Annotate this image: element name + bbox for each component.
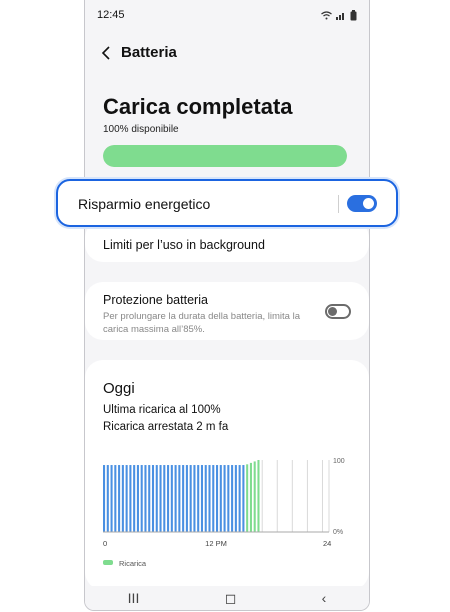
chart-bar bbox=[140, 465, 143, 532]
chart-bar bbox=[174, 465, 177, 532]
chart-bar bbox=[204, 465, 207, 532]
chart-bar bbox=[197, 465, 200, 532]
chart-bar bbox=[110, 465, 113, 532]
battery-level-fill bbox=[103, 145, 347, 167]
chart-bar bbox=[163, 465, 166, 532]
battery-usage-chart: 100 0% 0 12 PM 24 Ricarica bbox=[103, 458, 345, 568]
phone-screen: 12:45 Batteria Carica completata 100% di bbox=[84, 0, 370, 611]
chart-bar bbox=[151, 465, 155, 532]
chart-bar bbox=[185, 465, 188, 532]
chart-bar bbox=[106, 465, 109, 532]
chart-bar bbox=[155, 465, 158, 532]
today-title: Oggi bbox=[103, 380, 135, 397]
today-usage-card[interactable]: Oggi Ultima ricarica al 100% Ricarica ar… bbox=[85, 360, 369, 590]
chart-y-tick-label: 100 bbox=[333, 458, 345, 465]
chart-bar bbox=[212, 465, 215, 532]
chart-bar bbox=[253, 461, 256, 532]
charge-stopped-text: Ricarica arrestata 2 m fa bbox=[103, 421, 229, 433]
chart-bar bbox=[136, 465, 139, 532]
battery-icon bbox=[350, 9, 357, 20]
toggle-knob bbox=[328, 307, 337, 316]
chart-bar bbox=[219, 465, 222, 532]
battery-protection-description: Per prolungare la durata della batteria,… bbox=[103, 311, 300, 335]
chart-bar bbox=[193, 465, 196, 532]
chart-bar bbox=[144, 465, 147, 532]
chart-bar bbox=[223, 465, 226, 532]
chart-bar bbox=[216, 465, 219, 532]
power-saving-label: Risparmio energetico bbox=[78, 196, 211, 212]
charge-status-title: Carica completata bbox=[103, 94, 293, 119]
chart-bar bbox=[182, 465, 185, 532]
chart-bar bbox=[234, 465, 237, 532]
chart-bar bbox=[189, 465, 192, 532]
chart-bar bbox=[121, 465, 124, 532]
status-time: 12:45 bbox=[97, 9, 125, 21]
chart-bar bbox=[114, 465, 117, 532]
back-arrow-icon[interactable] bbox=[101, 45, 111, 60]
battery-protection-toggle[interactable] bbox=[325, 304, 351, 319]
chart-bar bbox=[103, 465, 106, 532]
wifi-icon bbox=[321, 10, 332, 19]
chart-bar bbox=[178, 465, 181, 532]
last-charge-text: Ultima ricarica al 100% bbox=[103, 404, 221, 416]
chart-bar bbox=[170, 465, 173, 532]
chart-x-tick-label: 0 bbox=[103, 539, 107, 548]
back-icon[interactable]: ‹ bbox=[322, 590, 327, 606]
chart-bar bbox=[129, 465, 132, 532]
chart-bar bbox=[125, 465, 128, 532]
chart-bar bbox=[227, 465, 230, 532]
chart-x-tick-label: 24 bbox=[323, 539, 331, 548]
chart-bar bbox=[118, 465, 121, 532]
chart-bar bbox=[238, 465, 241, 532]
battery-protection-item[interactable]: Protezione batteria Per prolungare la du… bbox=[85, 282, 369, 340]
home-icon[interactable]: ◻ bbox=[225, 590, 237, 607]
legend-swatch bbox=[103, 560, 113, 565]
chart-x-tick-label: 12 PM bbox=[205, 539, 227, 548]
background-limits-label: Limiti per l’uso in background bbox=[103, 238, 265, 252]
recents-icon[interactable]: III bbox=[128, 590, 140, 606]
chart-bar bbox=[208, 465, 211, 532]
battery-protection-title: Protezione batteria bbox=[103, 293, 208, 307]
divider bbox=[338, 195, 339, 213]
page-header: Batteria bbox=[101, 44, 177, 61]
battery-level-bar bbox=[103, 145, 347, 167]
power-saving-toggle[interactable] bbox=[347, 195, 377, 212]
legend-label: Ricarica bbox=[119, 559, 147, 568]
status-icons bbox=[321, 9, 357, 21]
chart-y-tick-label: 0% bbox=[333, 529, 343, 536]
chart-bar bbox=[148, 465, 151, 532]
power-saving-item[interactable]: Risparmio energetico bbox=[56, 179, 398, 227]
navigation-bar: III ◻ ‹ bbox=[85, 586, 369, 610]
chart-bar bbox=[200, 465, 204, 532]
chart-bar bbox=[249, 462, 252, 532]
page-title: Batteria bbox=[121, 44, 177, 61]
toggle-knob bbox=[363, 198, 374, 209]
chart-bar bbox=[242, 465, 245, 532]
chart-bar bbox=[246, 464, 249, 532]
chart-bar bbox=[257, 460, 260, 532]
status-bar: 12:45 bbox=[85, 0, 369, 30]
chart-bar bbox=[133, 465, 136, 532]
chart-bar bbox=[167, 465, 170, 532]
signal-icon bbox=[336, 12, 344, 20]
chart-bar bbox=[159, 465, 162, 532]
chart-bar bbox=[231, 465, 234, 532]
battery-available-text: 100% disponibile bbox=[103, 124, 179, 135]
